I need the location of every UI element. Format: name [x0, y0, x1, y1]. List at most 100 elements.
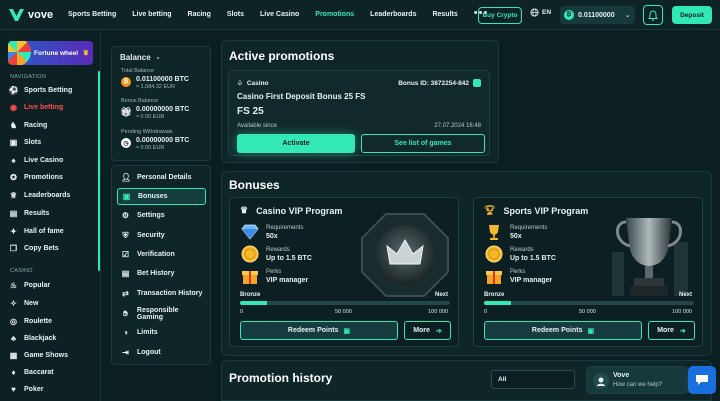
menu-verification[interactable]: ☑ Verification: [117, 246, 206, 263]
menu-label: Verification: [137, 251, 175, 258]
chat-widget[interactable]: Vove How can we help?: [586, 366, 688, 394]
vip-progress-bar: [484, 301, 694, 305]
redeem-points-button[interactable]: Redeem Points ▣: [484, 321, 642, 340]
tick-max: 100 000: [672, 309, 692, 315]
balance-title-label: Balance: [120, 53, 151, 62]
sidebar-item-copy-bets[interactable]: ❐ Copy Bets: [9, 244, 59, 253]
pending-withdrawals-value: 0.00000000 BTC: [136, 137, 190, 144]
sidebar-item-results[interactable]: ▤ Results: [9, 209, 50, 218]
sidebar-item-label: Promotions: [24, 174, 63, 181]
sidebar-item-racing[interactable]: ♞ Racing: [9, 121, 47, 130]
level-next: Next: [678, 292, 692, 298]
perks-perk: Perks VIP manager: [484, 266, 552, 286]
menu-bonuses[interactable]: ▣ Bonuses: [117, 188, 206, 205]
nav-leaderboards[interactable]: Leaderboards: [370, 11, 416, 18]
sidebar-item-roulette[interactable]: ◎ Roulette: [9, 317, 52, 326]
sidebar-item-live-casino[interactable]: ♠ Live Casino: [9, 156, 63, 165]
sidebar-item-poker[interactable]: ♥ Poker: [9, 385, 43, 394]
sidebar-item-promotions[interactable]: ✪ Promotions: [9, 173, 63, 182]
sidebar-item-label: Blackjack: [24, 335, 57, 342]
notifications-button[interactable]: [643, 5, 663, 25]
sidebar-item-live-betting[interactable]: ◉ Live betting: [9, 103, 63, 112]
sidebar-item-new[interactable]: ✧ New: [9, 299, 38, 308]
menu-limits[interactable]: ◑ Limits: [117, 324, 206, 341]
gift-box-icon: [240, 266, 260, 286]
fortune-wheel-icon: [8, 41, 31, 65]
sidebar-item-slots[interactable]: ▣ Slots: [9, 138, 41, 147]
fortune-wheel-banner[interactable]: Fortune wheel ♛: [8, 41, 93, 65]
rewards-label: Rewards: [510, 246, 534, 253]
vip-progress-bar: [240, 301, 450, 305]
more-button[interactable]: More ➔: [404, 321, 451, 340]
baccarat-icon: ♦: [11, 368, 16, 377]
nav-sports-betting[interactable]: Sports Betting: [68, 11, 116, 18]
menu-logout[interactable]: ⇥ Logout: [117, 344, 206, 361]
menu-responsible-gaming[interactable]: ✋︎ Responsible Gaming: [117, 305, 206, 322]
sidebar-item-label: Hall of fame: [24, 228, 64, 235]
globe-icon: [530, 8, 539, 17]
casino-chip-icon: ♤: [237, 80, 243, 87]
activate-button[interactable]: Activate: [237, 134, 355, 153]
diamond-icon: [240, 222, 260, 242]
language-selector[interactable]: EN: [530, 8, 551, 17]
sidebar-item-hall-of-fame[interactable]: ✦ Hall of fame: [9, 227, 64, 236]
sidebar-scrollbar[interactable]: [98, 71, 100, 271]
vip-program-name: Sports VIP Program: [503, 205, 589, 216]
menu-bet-history[interactable]: ▤ Bet History: [117, 265, 206, 282]
menu-label: Responsible Gaming: [136, 306, 179, 321]
total-balance-value: 0.01100000 BTC: [136, 76, 189, 83]
redeem-points-button[interactable]: Redeem Points ▣: [240, 321, 398, 340]
wallet-amount: 0.01100000: [578, 11, 615, 19]
active-promotions-title: Active promotions: [229, 49, 335, 63]
account-menu: 👤︎ Personal Details ▣ Bonuses ⚙ Settings ⛨ S…: [111, 165, 211, 365]
history-filter-select[interactable]: All: [491, 370, 575, 389]
more-button[interactable]: More ➔: [648, 321, 695, 340]
bonus-balance-label: Bonus Balance: [121, 98, 158, 104]
sidebar-item-blackjack[interactable]: ♣ Blackjack: [9, 334, 56, 343]
sidebar-item-baccarat[interactable]: ♦ Baccarat: [9, 368, 53, 377]
sidebar-item-label: Slots: [24, 139, 42, 146]
rewards-perk: Rewards Up to 1.5 BTC: [240, 244, 312, 264]
crown-octagon-icon: [361, 213, 449, 297]
nav-racing[interactable]: Racing: [188, 11, 211, 18]
copy-icon[interactable]: [473, 79, 481, 87]
bell-icon: [648, 9, 658, 21]
balance-title[interactable]: Balance -: [120, 53, 159, 62]
slots-icon: ▣: [9, 138, 18, 147]
nav-results[interactable]: Results: [432, 11, 457, 18]
responsible-gaming-icon: ✋︎: [123, 308, 128, 318]
nav-live-casino[interactable]: Live Casino: [260, 11, 299, 18]
sidebar-item-popular[interactable]: ♨ Popular: [9, 281, 50, 290]
sidebar-item-sports-betting[interactable]: ⚽ Sports Betting: [9, 86, 73, 95]
support-avatar-icon: [593, 373, 609, 389]
sidebar-item-leaderboards[interactable]: ♕ Leaderboards: [9, 191, 70, 200]
logo[interactable]: vove: [9, 8, 67, 21]
menu-personal-details[interactable]: 👤︎ Personal Details: [117, 169, 206, 186]
sidebar-item-label: Results: [24, 210, 50, 217]
rewards-value: Up to 1.5 BTC: [266, 254, 312, 262]
nav-live-betting[interactable]: Live betting: [132, 11, 171, 18]
left-sidebar: Fortune wheel ♛ NAVIGATION ⚽ Sports Betti…: [0, 31, 101, 401]
logo-text: vove: [28, 8, 54, 21]
menu-label: Bonuses: [138, 193, 168, 200]
game-show-icon: ▦: [9, 351, 18, 360]
deposit-button[interactable]: Deposit: [672, 6, 712, 24]
tick-mid: 50 000: [579, 309, 596, 315]
wallet-selector[interactable]: ₿ 0.01100000 ⌄: [560, 6, 635, 24]
perks-value: VIP manager: [510, 276, 553, 284]
menu-label: Personal Details: [137, 174, 192, 181]
menu-security[interactable]: ⛨ Security: [117, 227, 206, 244]
menu-label: Limits: [137, 329, 158, 336]
nav-slots[interactable]: Slots: [227, 11, 244, 18]
menu-transaction-history[interactable]: ⇄ Transaction History: [117, 285, 206, 302]
chat-button[interactable]: [688, 366, 716, 394]
nav-promotions[interactable]: Promotions: [315, 11, 354, 18]
see-list-of-games-button[interactable]: See list of games: [361, 134, 485, 153]
arrow-right-icon: ➔: [679, 327, 686, 335]
sidebar-item-game-shows[interactable]: ▦ Game Shows: [9, 351, 68, 360]
chat-bubble-icon: [696, 375, 708, 385]
buy-crypto-button[interactable]: Buy Crypto: [478, 7, 522, 24]
menu-settings[interactable]: ⚙ Settings: [117, 207, 206, 224]
gift-box-icon: [484, 266, 504, 286]
sidebar-item-label: Copy Bets: [24, 245, 59, 252]
